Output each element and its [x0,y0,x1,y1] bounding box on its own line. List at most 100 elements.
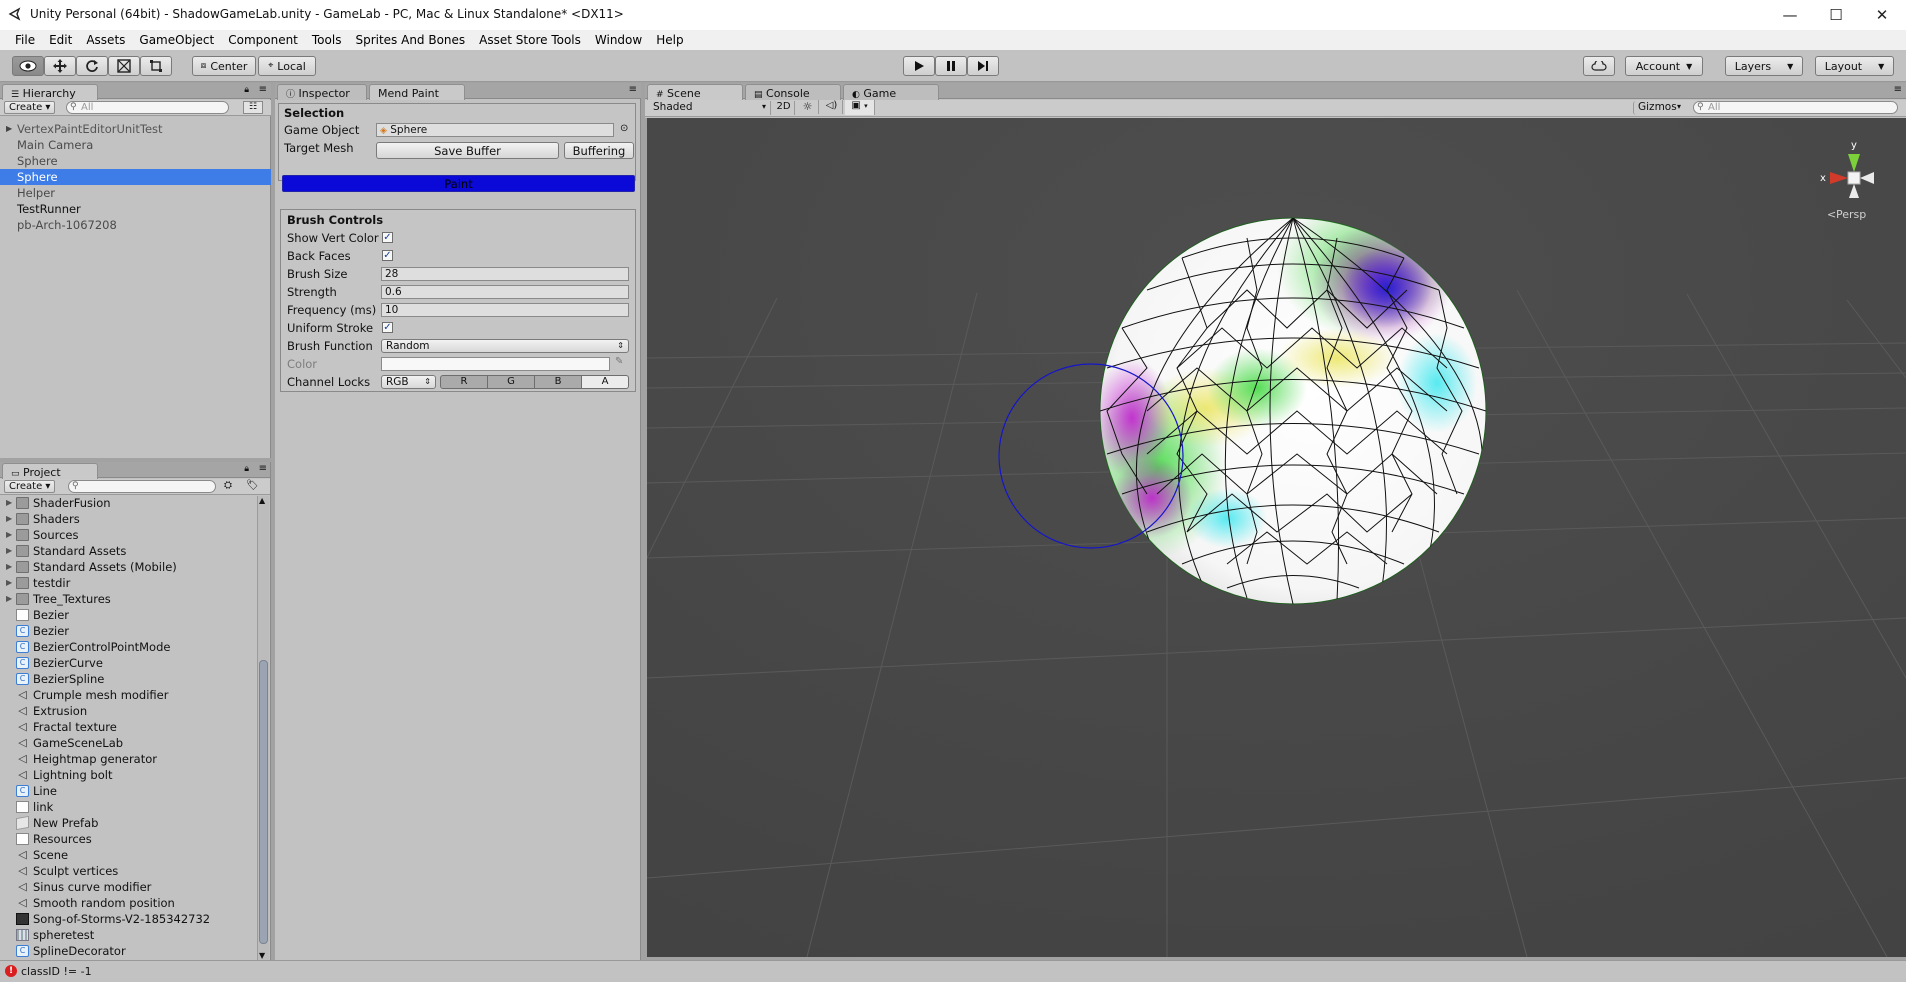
menu-asset-store-tools[interactable]: Asset Store Tools [472,33,588,47]
list-item[interactable]: ◁ Smooth random position [0,895,256,911]
uniform-stroke-checkbox[interactable]: ✓ [382,322,393,333]
channel-a-toggle[interactable]: A [581,375,629,389]
step-button[interactable] [967,56,999,76]
buffering-button[interactable]: Buffering [564,142,634,159]
scrollbar-thumb[interactable] [259,660,268,944]
show-vert-color-checkbox[interactable]: ✓ [382,232,393,243]
expand-arrow-icon[interactable]: ▶ [6,496,12,511]
list-item[interactable]: C SplineDecorator [0,943,256,959]
list-item[interactable]: ◁ Lightning bolt [0,767,256,783]
scroll-down-arrow-icon[interactable]: ▼ [259,951,265,960]
scroll-up-arrow-icon[interactable]: ▲ [259,496,265,505]
list-item[interactable]: ▶ Standard Assets [0,543,256,559]
project-create-button[interactable]: Create ▾ [4,480,56,493]
list-item[interactable]: ◁ Sinus curve modifier [0,879,256,895]
tab-project[interactable]: ▭ Project [2,463,98,479]
list-item[interactable]: ▶ ShaderFusion [0,496,256,511]
list-item[interactable]: Bezier [0,607,256,623]
tab-inspector[interactable]: ⓘ Inspector [277,84,367,100]
list-item[interactable]: ◁ GameSceneLab [0,735,256,751]
channel-mode-dropdown[interactable]: RGB ⇕ [381,375,436,389]
layout-dropdown[interactable]: Layout ▼ [1815,56,1894,76]
list-item[interactable]: ◁ Heightmap generator [0,751,256,767]
hierarchy-search-input[interactable]: ⚲ All [66,101,229,114]
menu-component[interactable]: Component [221,33,305,47]
tab-mend-paint[interactable]: Mend Paint [369,84,465,100]
play-button[interactable] [903,56,935,76]
save-buffer-button[interactable]: Save Buffer [376,142,559,159]
object-picker-icon[interactable]: ⊙ [620,123,628,134]
minimize-button[interactable]: — [1767,0,1813,30]
perspective-label[interactable]: Persp [1836,208,1866,221]
scene-audio-toggle[interactable]: ◁) [821,100,843,114]
tab-game[interactable]: ◐ Game [843,84,939,100]
list-item[interactable]: ◁ Extrusion [0,703,256,719]
hierarchy-row[interactable]: pb-Arch-1067208 [0,217,271,233]
list-item[interactable]: C BezierSpline [0,671,256,687]
list-item[interactable]: New Prefab [0,815,256,831]
cloud-button[interactable] [1583,56,1615,76]
filter-by-label-icon[interactable]: 🏷︎ [246,480,259,491]
gizmos-dropdown[interactable]: Gizmos ▾ [1633,101,1685,115]
list-item[interactable]: spheretest [0,927,256,943]
expand-arrow-icon[interactable]: ▶ [6,527,12,543]
list-item[interactable]: ▶ testdir [0,575,256,591]
list-item[interactable]: C BezierCurve [0,655,256,671]
rect-tool-button[interactable] [140,56,172,76]
pause-button[interactable] [935,56,967,76]
expand-arrow-icon[interactable]: ▶ [6,511,12,527]
list-item[interactable]: ◁ Scene [0,847,256,863]
panel-menu-icon[interactable]: ≡ [259,463,267,474]
list-item[interactable]: ▶ Sources [0,527,256,543]
hierarchy-row[interactable]: TestRunner [0,201,271,217]
frequency-field[interactable]: 10 [381,303,629,317]
brush-size-field[interactable]: 28 [381,267,629,281]
menu-file[interactable]: File [8,33,42,47]
strength-field[interactable]: 0.6 [381,285,629,299]
list-item[interactable]: Song-of-Storms-V2-185342732 [0,911,256,927]
list-item[interactable]: link [0,799,256,815]
channel-r-toggle[interactable]: R [440,375,488,389]
lock-icon[interactable]: 🔒︎ [244,464,249,474]
list-item[interactable]: ▶ Standard Assets (Mobile) [0,559,256,575]
expand-arrow-icon[interactable]: ▶ [6,121,12,137]
project-scrollbar[interactable]: ▲ ▼ [257,496,269,960]
eyedropper-icon[interactable]: ✎ [615,356,623,367]
paint-button[interactable]: Paint [282,175,635,192]
expand-arrow-icon[interactable]: ▶ [6,591,12,607]
pivot-center-toggle[interactable]: ⧈ Center [192,56,256,76]
list-item[interactable]: Resources [0,831,256,847]
filter-by-type-icon[interactable]: ⛭ [224,480,232,491]
scene-effects-dropdown[interactable]: ▣ ▾ [845,100,875,115]
mode-2d-toggle[interactable]: 2D [773,101,795,115]
lock-icon[interactable]: 🔒︎ [244,85,249,95]
hierarchy-row[interactable]: Helper [0,185,271,201]
view-tool-button[interactable] [12,56,44,76]
expand-arrow-icon[interactable]: ▶ [6,575,12,591]
menu-gameobject[interactable]: GameObject [132,33,221,47]
menu-tools[interactable]: Tools [305,33,349,47]
hierarchy-row-selected[interactable]: Sphere [0,169,271,185]
channel-b-toggle[interactable]: B [534,375,582,389]
hierarchy-create-button[interactable]: Create ▾ [4,101,56,114]
list-item[interactable]: ▶ Shaders [0,511,256,527]
panel-menu-icon[interactable]: ≡ [259,84,267,95]
list-item[interactable]: ◁ Sculpt vertices [0,863,256,879]
menu-help[interactable]: Help [649,33,690,47]
hierarchy-row[interactable]: Sphere [0,153,271,169]
close-button[interactable]: ✕ [1859,0,1905,30]
list-item[interactable]: C Line [0,783,256,799]
game-object-field[interactable]: ◈ Sphere [376,123,614,137]
back-faces-checkbox[interactable]: ✓ [382,250,393,261]
rotate-tool-button[interactable] [76,56,108,76]
menu-assets[interactable]: Assets [79,33,132,47]
filter-button[interactable]: ☷ [243,101,263,114]
account-dropdown[interactable]: Account ▼ [1625,56,1703,76]
tab-console[interactable]: ▤ Console [745,84,841,100]
expand-arrow-icon[interactable]: ▶ [6,559,12,575]
shading-mode-dropdown[interactable]: Shaded ▾ [649,101,771,115]
list-item[interactable]: ▶ Tree_Textures [0,591,256,607]
panel-menu-icon[interactable]: ≡ [1894,84,1902,95]
maximize-button[interactable]: ☐ [1813,0,1859,30]
list-item[interactable]: C Bezier [0,623,256,639]
